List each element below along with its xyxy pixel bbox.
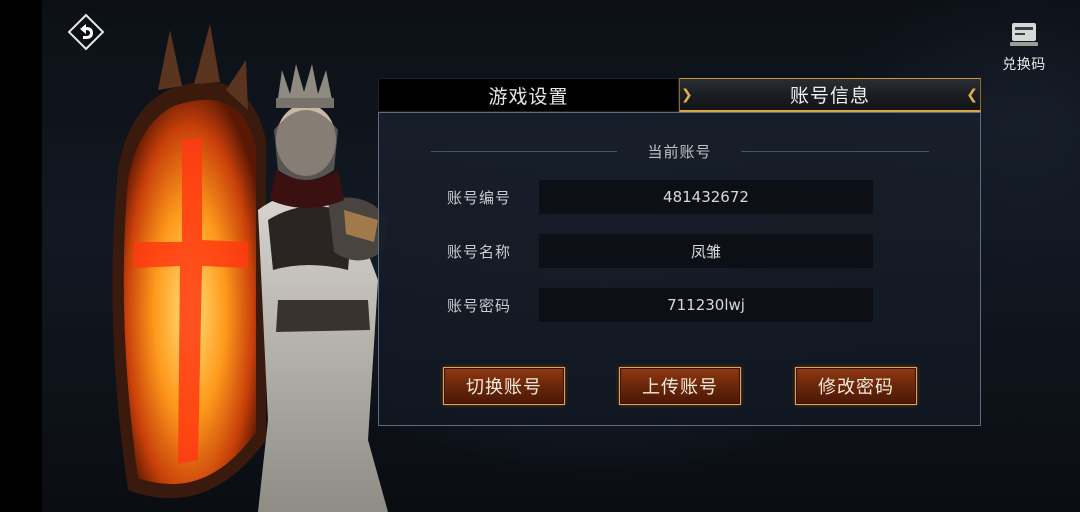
- upload-account-button[interactable]: 上传账号: [619, 367, 741, 405]
- account-password-value: 711230lwj: [539, 288, 873, 322]
- section-divider-right: [741, 151, 929, 152]
- account-password-row: 账号密码 711230lwj: [379, 288, 980, 322]
- account-id-value: 481432672: [539, 180, 873, 214]
- tab-right-notch-icon: ❮: [966, 87, 979, 103]
- screen-bezel: [0, 0, 42, 512]
- back-button[interactable]: [66, 12, 106, 52]
- account-id-row: 账号编号 481432672: [379, 180, 980, 214]
- account-name-row: 账号名称 凤雏: [379, 234, 980, 268]
- tab-left-notch-icon: ❯: [681, 87, 694, 103]
- account-password-label: 账号密码: [447, 297, 512, 315]
- tab-account-info[interactable]: ❯ 账号信息 ❮: [679, 78, 981, 112]
- redeem-code-button[interactable]: 兑换码: [996, 20, 1052, 73]
- tab-game-settings-label: 游戏设置: [488, 85, 569, 108]
- settings-tabs: 游戏设置 ❯ 账号信息 ❮: [378, 78, 981, 112]
- tab-account-info-label: 账号信息: [789, 85, 870, 107]
- change-password-button[interactable]: 修改密码: [795, 367, 917, 405]
- card-icon: [1010, 23, 1038, 46]
- account-name-value: 凤雏: [539, 234, 873, 268]
- account-id-label: 账号编号: [447, 189, 512, 207]
- crusader-character-art: [112, 24, 388, 512]
- redeem-code-label: 兑换码: [1002, 57, 1046, 73]
- back-arrow-icon: [67, 13, 105, 51]
- account-info-panel: 当前账号 账号编号 481432672 账号名称 凤雏 账号密码 711230l…: [378, 112, 981, 426]
- switch-account-button[interactable]: 切换账号: [443, 367, 565, 405]
- account-name-label: 账号名称: [447, 243, 512, 261]
- tab-game-settings[interactable]: 游戏设置: [378, 78, 679, 112]
